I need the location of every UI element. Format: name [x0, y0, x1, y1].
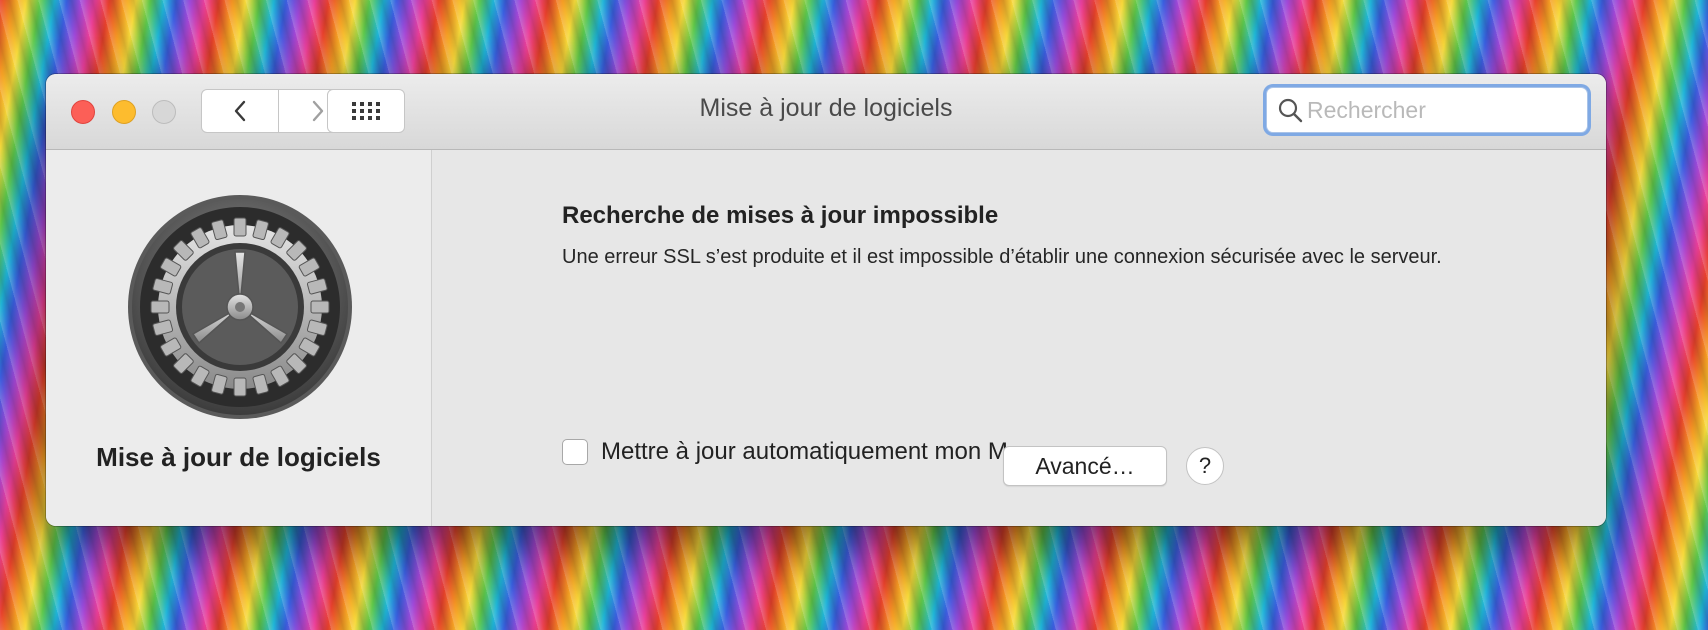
- grid-icon: [352, 102, 380, 120]
- minimize-button[interactable]: [112, 100, 136, 124]
- back-button[interactable]: [201, 89, 279, 133]
- window-title: Mise à jour de logiciels: [699, 94, 953, 122]
- error-message: Une erreur SSL s’est produite et il est …: [562, 246, 1442, 268]
- pane-label: Mise à jour de logiciels: [96, 442, 381, 472]
- advanced-button[interactable]: Avancé…: [1003, 446, 1167, 486]
- zoom-button: [152, 100, 176, 124]
- system-preferences-window: Mise à jour de logiciels Rechercher Mise…: [46, 74, 1606, 526]
- chevron-right-icon: [312, 100, 323, 122]
- help-button[interactable]: ?: [1186, 447, 1224, 485]
- gear-icon: [127, 194, 353, 420]
- auto-update-checkbox[interactable]: [562, 439, 588, 465]
- search-field[interactable]: Rechercher: [1266, 87, 1588, 133]
- status-heading: Recherche de mises à jour impossible: [562, 202, 999, 229]
- show-all-button[interactable]: [327, 89, 405, 133]
- chevron-left-icon: [234, 100, 246, 122]
- magnifier-icon: [1278, 98, 1303, 123]
- titlebar: Mise à jour de logiciels Rechercher: [46, 74, 1606, 150]
- sidebar: Mise à jour de logiciels: [46, 150, 432, 526]
- search-placeholder: Rechercher: [1307, 96, 1426, 123]
- auto-update-label[interactable]: Mettre à jour automatiquement mon Mac: [601, 438, 1033, 466]
- close-button[interactable]: [71, 100, 95, 124]
